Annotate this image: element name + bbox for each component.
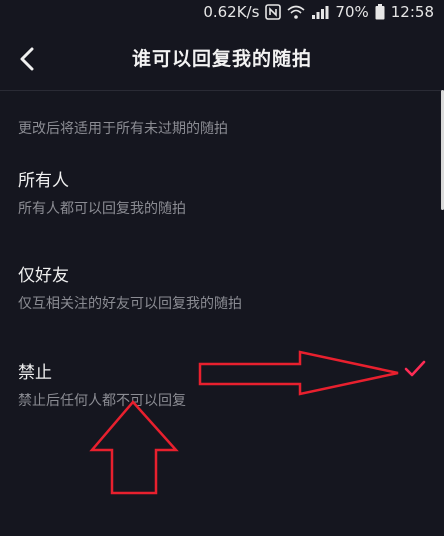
signal-icon (311, 5, 329, 19)
page-title: 谁可以回复我的随拍 (131, 48, 312, 70)
wifi-icon (287, 5, 305, 19)
checkmark-icon (404, 360, 426, 377)
nav-divider (0, 90, 444, 91)
battery-icon (375, 4, 385, 20)
option-description: 所有人都可以回复我的随拍 (18, 201, 186, 217)
clock: 12:58 (390, 3, 434, 21)
option-friends-only[interactable]: 仅好友 仅互相关注的好友可以回复我的随拍 (0, 261, 444, 331)
option-title: 所有人 (18, 171, 69, 191)
screen: 0.62K/s 70% 12:58 谁可以回复我的随拍 更改后将适用于所有未过期… (0, 0, 444, 536)
option-title: 仅好友 (18, 266, 69, 286)
option-title: 禁止 (18, 363, 52, 383)
nfc-icon (265, 4, 282, 20)
nav-bar: 谁可以回复我的随拍 (0, 30, 444, 88)
battery-percent: 70% (335, 3, 369, 21)
option-description: 禁止后任何人都不可以回复 (18, 393, 186, 409)
network-speed: 0.62K/s (203, 3, 260, 21)
option-disabled[interactable]: 禁止 禁止后任何人都不可以回复 (0, 358, 444, 428)
status-bar: 0.62K/s 70% 12:58 (0, 0, 444, 24)
option-description: 仅互相关注的好友可以回复我的随拍 (18, 296, 242, 312)
settings-hint: 更改后将适用于所有未过期的随拍 (18, 121, 228, 137)
option-everyone[interactable]: 所有人 所有人都可以回复我的随拍 (0, 166, 444, 236)
